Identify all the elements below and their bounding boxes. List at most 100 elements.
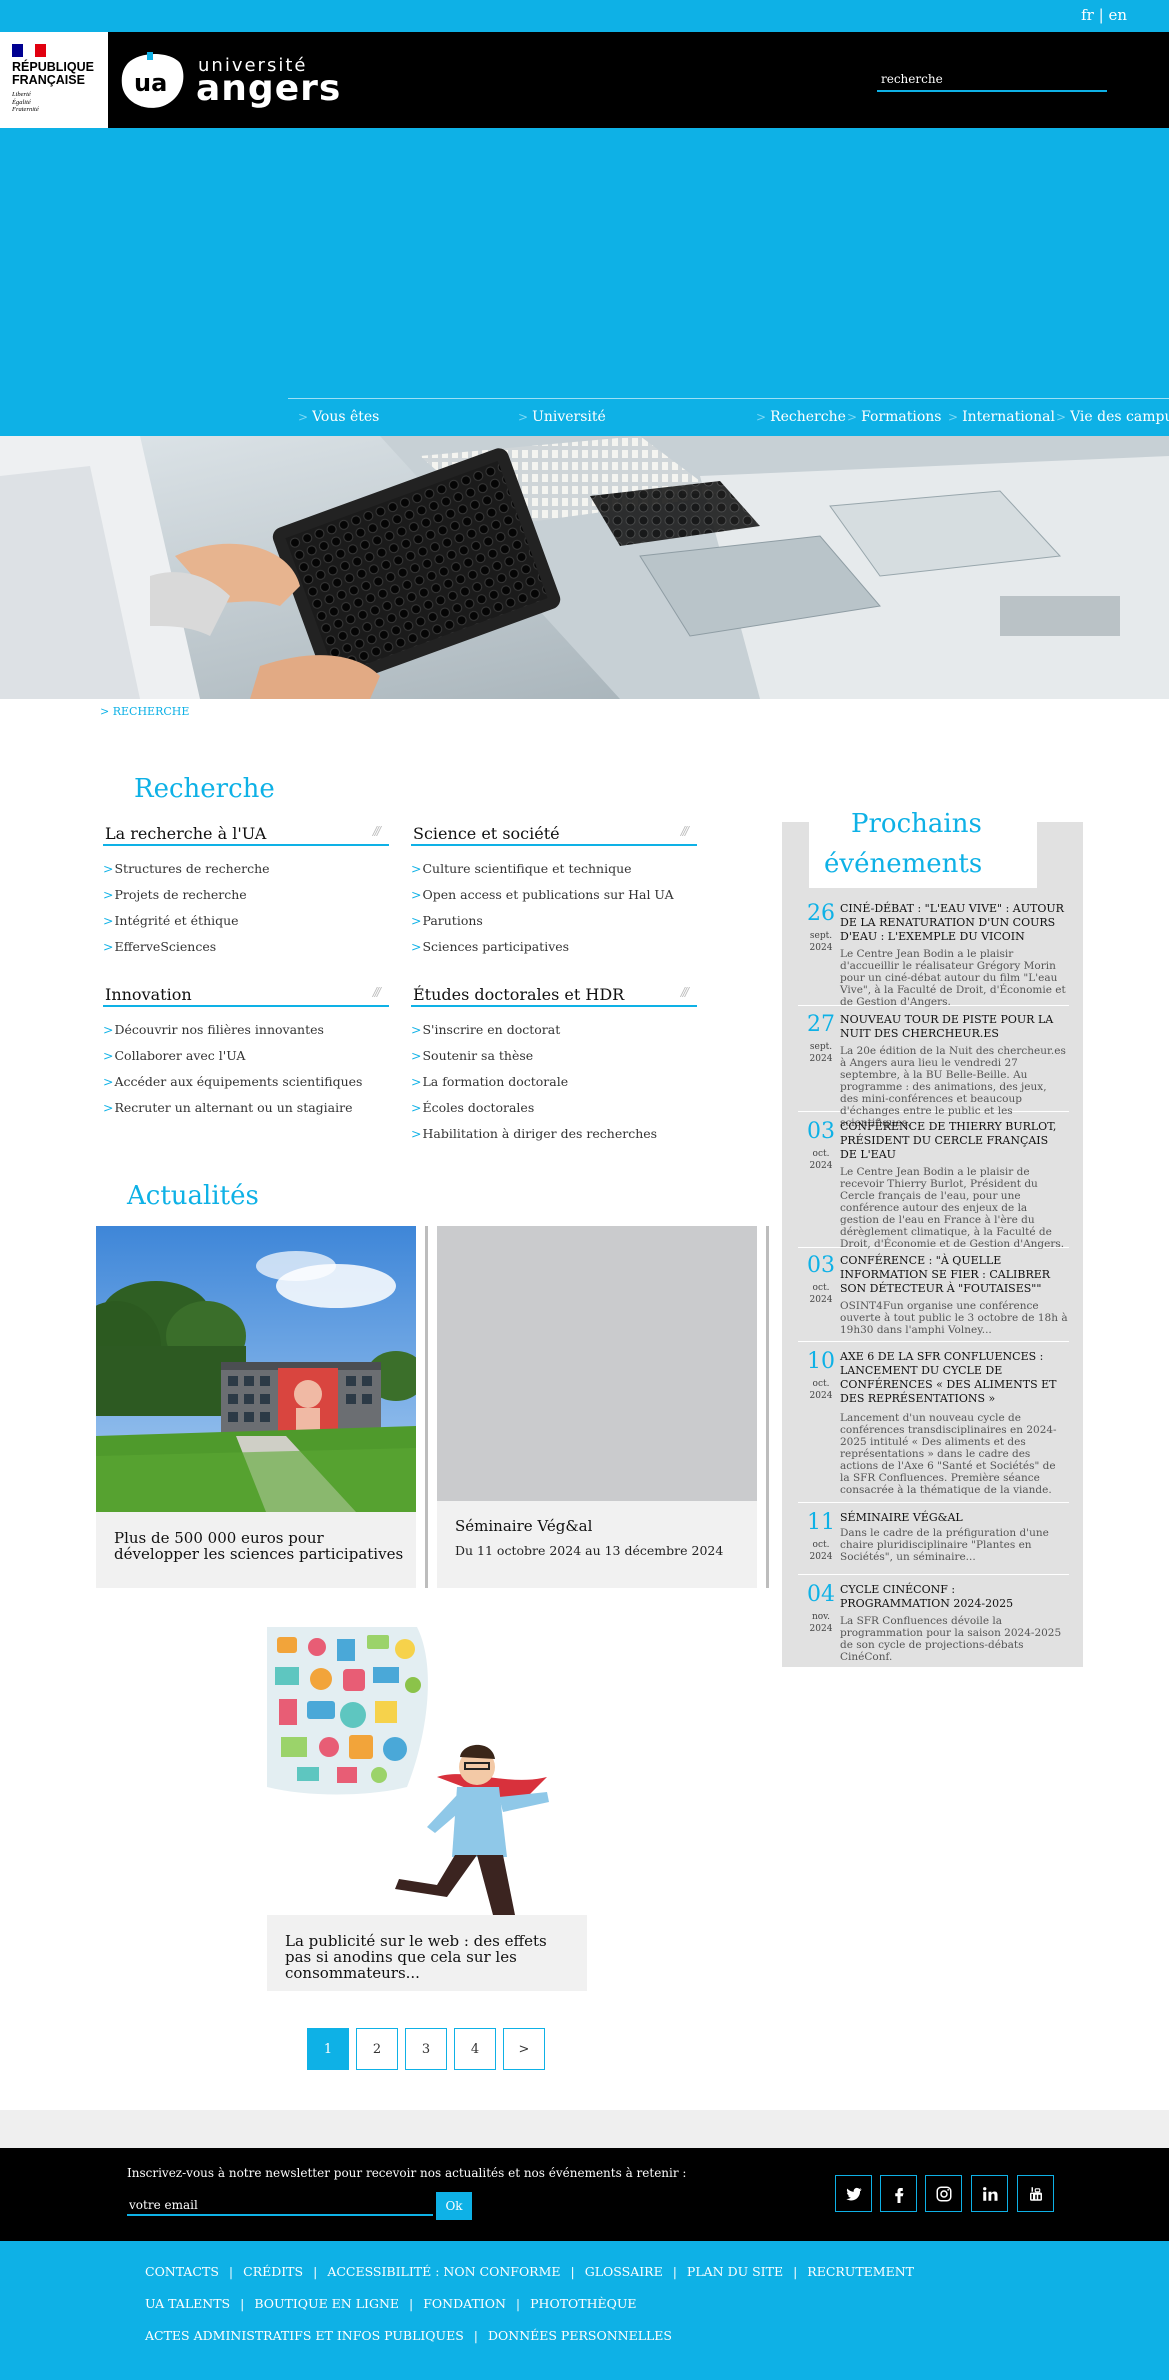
- page-1-button[interactable]: 1: [307, 2028, 349, 2070]
- instagram-icon: [936, 2186, 951, 2201]
- footer-separator: |: [473, 2328, 478, 2343]
- event-month-year: oct. 2024: [806, 1378, 836, 1402]
- menu-link[interactable]: >Recruter un alternant ou un stagiaire: [103, 1095, 389, 1121]
- menu-heading[interactable]: La recherche à l'UA ///: [103, 824, 389, 846]
- event-year: 2024: [809, 1295, 833, 1305]
- nav-international[interactable]: > International: [948, 409, 1055, 425]
- chevron-right-icon: >: [948, 410, 959, 424]
- footer-link-contacts[interactable]: Contacts: [145, 2264, 219, 2279]
- menu-col-recherche-ua: La recherche à l'UA/// >Structures de re…: [103, 824, 389, 960]
- event-month: nov.: [811, 1612, 831, 1622]
- event-item[interactable]: 03 oct. 2024 CONFÉRENCE : "À QUELLE INFOR…: [798, 1254, 1069, 1342]
- menu-link-label: Recruter un alternant ou un stagiaire: [114, 1100, 353, 1115]
- nav-vous-etes[interactable]: > Vous êtes: [298, 409, 379, 425]
- menu-heading-label: Études doctorales et HDR: [413, 985, 625, 1004]
- instagram-link[interactable]: [925, 2175, 962, 2212]
- lang-en-link[interactable]: en: [1108, 6, 1127, 24]
- event-month-year: sept. 2024: [806, 1041, 836, 1065]
- linkedin-link[interactable]: [971, 2175, 1008, 2212]
- chevron-right-icon: >: [103, 861, 114, 876]
- event-item[interactable]: 26 sept. 2024 CINÉ-DÉBAT : "L'EAU VIVE" :…: [798, 902, 1069, 1008]
- chevron-right-icon: >: [103, 913, 114, 928]
- nav-recherche[interactable]: > Recherche: [756, 409, 846, 425]
- menu-link[interactable]: >EfferveSciences: [103, 934, 389, 960]
- footer-link-donnees-personnelles[interactable]: Données personnelles: [488, 2328, 672, 2343]
- footer-link-plan-du-site[interactable]: Plan du site: [687, 2264, 783, 2279]
- rf-wordmark: RÉPUBLIQUE FRANÇAISE: [12, 61, 108, 87]
- footer-row-3: Actes administratifs et infos publiques |…: [145, 2328, 672, 2343]
- menu-link-label: Habilitation à diriger des recherches: [422, 1126, 658, 1141]
- menu-link[interactable]: >Habilitation à diriger des recherches: [411, 1121, 697, 1147]
- page-4-button[interactable]: 4: [454, 2028, 496, 2070]
- menu-link[interactable]: >Parutions: [411, 908, 697, 934]
- menu-link[interactable]: >Intégrité et éthique: [103, 908, 389, 934]
- menu-link[interactable]: >Écoles doctorales: [411, 1095, 697, 1121]
- footer-link-ua-talents[interactable]: UA Talents: [145, 2296, 230, 2311]
- footer-link-credits[interactable]: Crédits: [243, 2264, 303, 2279]
- footer-link-accessibilite[interactable]: Accessibilité : non conforme: [327, 2264, 560, 2279]
- search-input[interactable]: [877, 68, 1107, 90]
- menu-link-label: Structures de recherche: [114, 861, 270, 876]
- event-item[interactable]: 04 nov. 2024 CYCLE CINÉCONF : PROGRAMMATI…: [798, 1583, 1069, 1664]
- footer-link-boutique[interactable]: Boutique en ligne: [254, 2296, 399, 2311]
- nav-universite[interactable]: > Université: [518, 409, 606, 425]
- lang-separator: |: [1098, 6, 1104, 24]
- event-title: CINÉ-DÉBAT : "L'EAU VIVE" : AUTOUR DE LA…: [840, 902, 1064, 943]
- lang-fr-link[interactable]: fr: [1081, 6, 1094, 24]
- event-item[interactable]: 27 sept. 2024 NOUVEAU TOUR DE PISTE POUR …: [798, 1013, 1069, 1129]
- menu-link[interactable]: >Accéder aux équipements scientifiques: [103, 1069, 389, 1095]
- nav-vie-des-campus[interactable]: >Vie des campus: [1056, 409, 1169, 425]
- menu-link[interactable]: >La formation doctorale: [411, 1069, 697, 1095]
- menu-link[interactable]: >Open access et publications sur Hal UA: [411, 882, 697, 908]
- event-month-year: oct. 2024: [806, 1148, 836, 1172]
- nav-label: Formations: [861, 409, 942, 425]
- footer-link-glossaire[interactable]: Glossaire: [585, 2264, 663, 2279]
- event-item[interactable]: 11 oct. 2024 SÉMINAIRE VÉG&AL Dans le cad…: [798, 1511, 1069, 1575]
- menu-heading[interactable]: Études doctorales et HDR ///: [411, 985, 697, 1007]
- news-card[interactable]: La publicité sur le web : des effets pas…: [267, 1627, 587, 1991]
- menu-heading[interactable]: Science et société ///: [411, 824, 697, 846]
- menu-link[interactable]: >Soutenir sa thèse: [411, 1043, 697, 1069]
- news-card[interactable]: Plus de 500 000 euros pour développer le…: [96, 1226, 416, 1588]
- footer-link-recrutement[interactable]: Recrutement: [807, 2264, 914, 2279]
- menu-link[interactable]: >Découvrir nos filières innovantes: [103, 1017, 389, 1043]
- twitter-link[interactable]: [835, 2175, 872, 2212]
- chevron-right-icon: >: [756, 410, 767, 424]
- facebook-link[interactable]: [880, 2175, 917, 2212]
- rf-line2: FRANÇAISE: [12, 73, 85, 87]
- menu-link[interactable]: >Sciences participatives: [411, 934, 697, 960]
- news-card[interactable]: Séminaire Vég&al Du 11 octobre 2024 au 1…: [437, 1226, 757, 1588]
- nav-formations[interactable]: > Formations: [847, 409, 942, 425]
- newsletter-submit-button[interactable]: Ok: [436, 2192, 472, 2220]
- event-day: 10: [807, 1349, 835, 1374]
- hero-image: [0, 436, 1169, 699]
- event-item[interactable]: 10 oct. 2024 AXE 6 DE LA SFR CONFLUENCES …: [798, 1350, 1069, 1503]
- breadcrumb[interactable]: > RECHERCHE: [100, 705, 189, 718]
- footer-link-phototheque[interactable]: Photothèque: [530, 2296, 636, 2311]
- page-2-button[interactable]: 2: [356, 2028, 398, 2070]
- menu-heading[interactable]: Innovation ///: [103, 985, 389, 1007]
- footer-link-actes-administratifs[interactable]: Actes administratifs et infos publiques: [145, 2328, 464, 2343]
- universite-angers-logo[interactable]: ua université angers: [120, 49, 340, 111]
- menu-link-label: Soutenir sa thèse: [422, 1048, 534, 1063]
- menu-link-label: Écoles doctorales: [422, 1100, 535, 1115]
- event-title: CONFÉRENCE : "À QUELLE INFORMATION SE FI…: [840, 1254, 1051, 1295]
- menu-link[interactable]: >S'inscrire en doctorat: [411, 1017, 697, 1043]
- next-page-button[interactable]: >: [503, 2028, 545, 2070]
- event-title: AXE 6 DE LA SFR CONFLUENCES : LANCEMENT …: [840, 1350, 1057, 1405]
- events-title: Prochains événements: [824, 804, 982, 884]
- youtube-link[interactable]: [1017, 2175, 1054, 2212]
- menu-link[interactable]: >Projets de recherche: [103, 882, 389, 908]
- republique-francaise-logo[interactable]: RÉPUBLIQUE FRANÇAISE Liberté Égalité Fra…: [0, 32, 108, 128]
- footer-link-fondation[interactable]: Fondation: [423, 2296, 506, 2311]
- menu-link[interactable]: >Collaborer avec l'UA: [103, 1043, 389, 1069]
- event-item[interactable]: 03 oct. 2024 CONFÉRENCE DE THIERRY BURLOT…: [798, 1120, 1069, 1250]
- menu-link-label: Culture scientifique et technique: [422, 861, 632, 876]
- menu-link[interactable]: >Culture scientifique et technique: [411, 856, 697, 882]
- page-3-button[interactable]: 3: [405, 2028, 447, 2070]
- event-month: oct.: [812, 1283, 830, 1293]
- menu-link[interactable]: >Structures de recherche: [103, 856, 389, 882]
- footer-row-2: UA Talents | Boutique en ligne | Fondation…: [145, 2296, 637, 2311]
- newsletter-email-input[interactable]: [127, 2195, 433, 2215]
- menu-link-label: Intégrité et éthique: [114, 913, 239, 928]
